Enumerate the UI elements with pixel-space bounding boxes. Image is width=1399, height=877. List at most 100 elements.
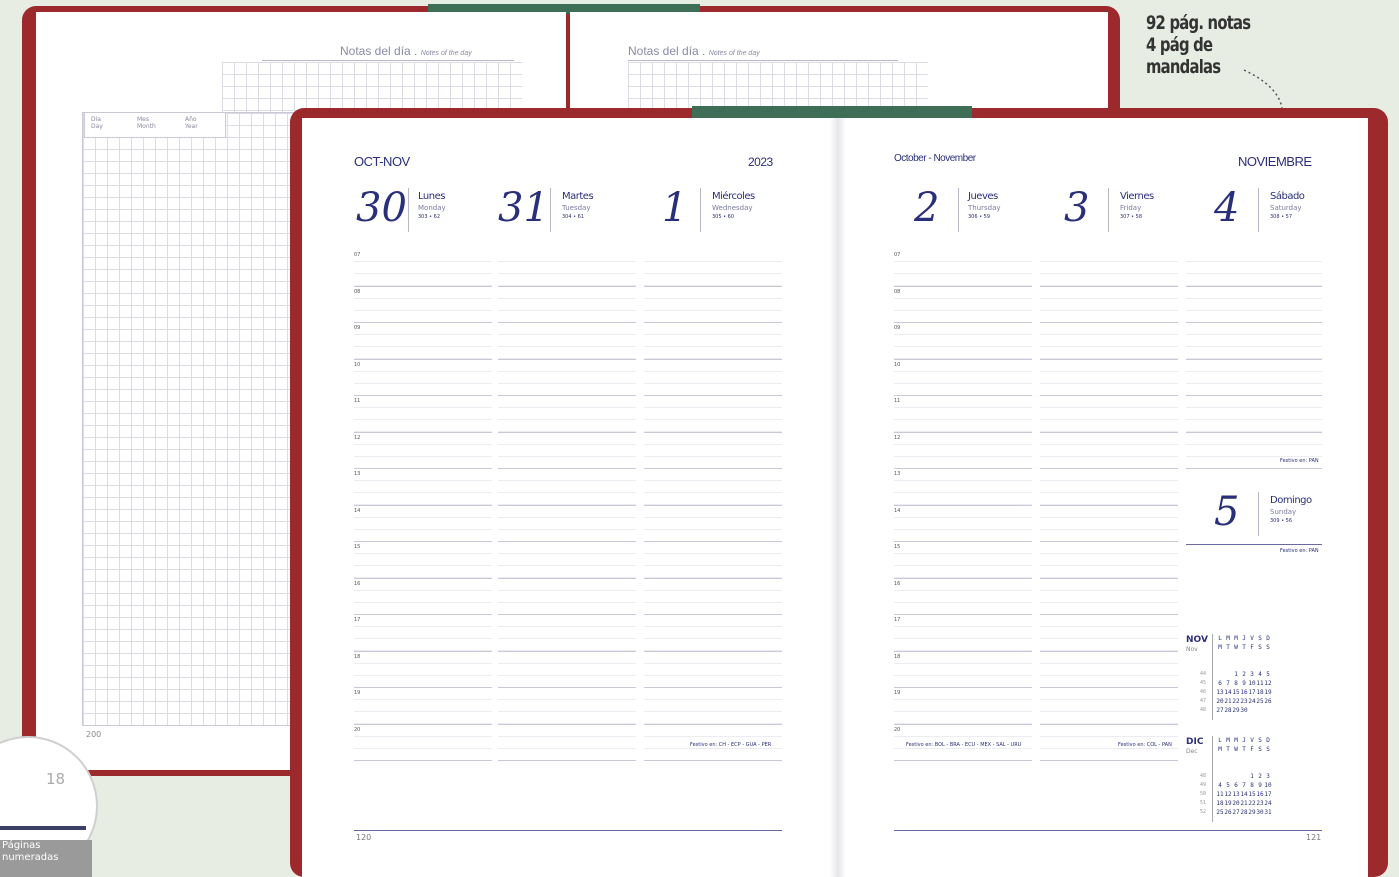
time-slot[interactable]: 12: [894, 432, 1032, 469]
time-slot[interactable]: [498, 286, 636, 323]
time-slot[interactable]: 18: [894, 651, 1032, 688]
time-slot[interactable]: 12: [354, 432, 492, 469]
time-slot[interactable]: 11: [894, 396, 1032, 433]
calendar-week-row: 12345: [1234, 671, 1270, 678]
week-number: 51: [1200, 800, 1207, 806]
time-slot[interactable]: [1040, 323, 1178, 360]
day-header-1: 1 Miércoles Wednesday 305 • 60: [662, 188, 802, 238]
time-slot[interactable]: [498, 578, 636, 615]
time-slot[interactable]: [1040, 578, 1178, 615]
time-slot[interactable]: [1040, 615, 1178, 652]
day-header-31: 31 Martes Tuesday 304 • 61: [498, 188, 638, 238]
day-column-30[interactable]: 07 08 09 10 11 12 13 14 15 16 17 18 19 20: [354, 250, 492, 761]
time-slot[interactable]: [498, 323, 636, 360]
time-slot[interactable]: [644, 651, 782, 688]
time-slot[interactable]: 14: [894, 505, 1032, 542]
day-column-3[interactable]: [1040, 250, 1178, 761]
day-column-1[interactable]: [644, 250, 782, 761]
time-slot[interactable]: [498, 396, 636, 433]
time-slot[interactable]: 18: [354, 651, 492, 688]
day-header-2: 2 Jueves Thursday 306 • 59: [914, 188, 1054, 238]
time-slot[interactable]: [1040, 469, 1178, 506]
time-slot[interactable]: [1040, 359, 1178, 396]
time-slot[interactable]: 15: [354, 542, 492, 579]
time-slot[interactable]: [644, 542, 782, 579]
time-slot[interactable]: [644, 469, 782, 506]
time-slot[interactable]: [498, 505, 636, 542]
day-column-2[interactable]: 07 08 09 10 11 12 13 14 15 16 17 18 19 20: [894, 250, 1032, 761]
weekday-header-en: MTWTFSS: [1218, 746, 1270, 753]
time-slot[interactable]: [498, 359, 636, 396]
time-slot[interactable]: [1040, 542, 1178, 579]
time-slot[interactable]: 19: [894, 688, 1032, 725]
day-count: 306 • 59: [968, 214, 991, 220]
hour-label: 19: [894, 690, 901, 696]
time-slot[interactable]: [644, 286, 782, 323]
time-slot[interactable]: [498, 688, 636, 725]
time-slot[interactable]: 16: [894, 578, 1032, 615]
time-slot[interactable]: [498, 542, 636, 579]
time-slot[interactable]: [644, 396, 782, 433]
time-slot[interactable]: [498, 432, 636, 469]
time-slot[interactable]: [644, 578, 782, 615]
time-slot[interactable]: [1186, 359, 1322, 396]
day-column-31[interactable]: [498, 250, 636, 761]
time-slot[interactable]: 08: [354, 286, 492, 323]
time-slot[interactable]: 13: [354, 469, 492, 506]
time-slot[interactable]: [644, 359, 782, 396]
time-slot[interactable]: 07: [894, 250, 1032, 287]
time-slot[interactable]: 11: [354, 396, 492, 433]
time-slot[interactable]: [644, 432, 782, 469]
day-name: Viernes: [1120, 191, 1154, 202]
badge-label: Páginas numeradas: [0, 840, 92, 877]
time-slot[interactable]: 17: [354, 615, 492, 652]
time-slot[interactable]: [1040, 432, 1178, 469]
hour-label: 17: [894, 617, 901, 623]
time-slot[interactable]: [1040, 688, 1178, 725]
time-slot[interactable]: [1040, 286, 1178, 323]
time-slot[interactable]: 17: [894, 615, 1032, 652]
time-slot[interactable]: [498, 651, 636, 688]
time-slot[interactable]: [1186, 396, 1322, 433]
day-count: 304 • 61: [562, 214, 585, 220]
day-name: Miércoles: [712, 191, 755, 202]
day-name: Martes: [562, 191, 594, 202]
time-slot[interactable]: 14: [354, 505, 492, 542]
time-slot[interactable]: 09: [894, 323, 1032, 360]
time-slot[interactable]: 16: [354, 578, 492, 615]
time-slot[interactable]: 13: [894, 469, 1032, 506]
notes-grid-top: [222, 62, 522, 114]
time-slot[interactable]: [498, 724, 636, 761]
time-slot[interactable]: 10: [894, 359, 1032, 396]
time-slot[interactable]: [498, 615, 636, 652]
time-slot[interactable]: [644, 250, 782, 287]
time-slot[interactable]: 07: [354, 250, 492, 287]
time-slot[interactable]: 08: [894, 286, 1032, 323]
time-slot[interactable]: [498, 250, 636, 287]
page-gutter: [830, 118, 846, 877]
hour-label: 16: [894, 580, 901, 587]
time-slot[interactable]: 10: [354, 359, 492, 396]
time-slot[interactable]: [1186, 323, 1322, 360]
time-slot[interactable]: 19: [354, 688, 492, 725]
hour-label: 14: [354, 507, 361, 514]
time-slot[interactable]: 09: [354, 323, 492, 360]
time-slot[interactable]: [644, 323, 782, 360]
time-slot[interactable]: 20: [354, 724, 492, 761]
time-slot[interactable]: [644, 688, 782, 725]
time-slot[interactable]: 15: [894, 542, 1032, 579]
time-slot[interactable]: [1040, 651, 1178, 688]
time-slot[interactable]: [1186, 286, 1322, 323]
time-slot[interactable]: [1186, 250, 1322, 287]
time-slot[interactable]: [1040, 250, 1178, 287]
time-slot[interactable]: [1040, 505, 1178, 542]
day-header-3: 3 Viernes Friday 307 • 58: [1064, 188, 1204, 238]
hour-label: 14: [894, 507, 901, 514]
day-column-4[interactable]: [1186, 250, 1322, 469]
notes-title-rule-right: [628, 60, 898, 61]
time-slot[interactable]: [644, 505, 782, 542]
date-field-day: Día Day: [91, 116, 103, 130]
time-slot[interactable]: [498, 469, 636, 506]
time-slot[interactable]: [1040, 396, 1178, 433]
time-slot[interactable]: [644, 615, 782, 652]
